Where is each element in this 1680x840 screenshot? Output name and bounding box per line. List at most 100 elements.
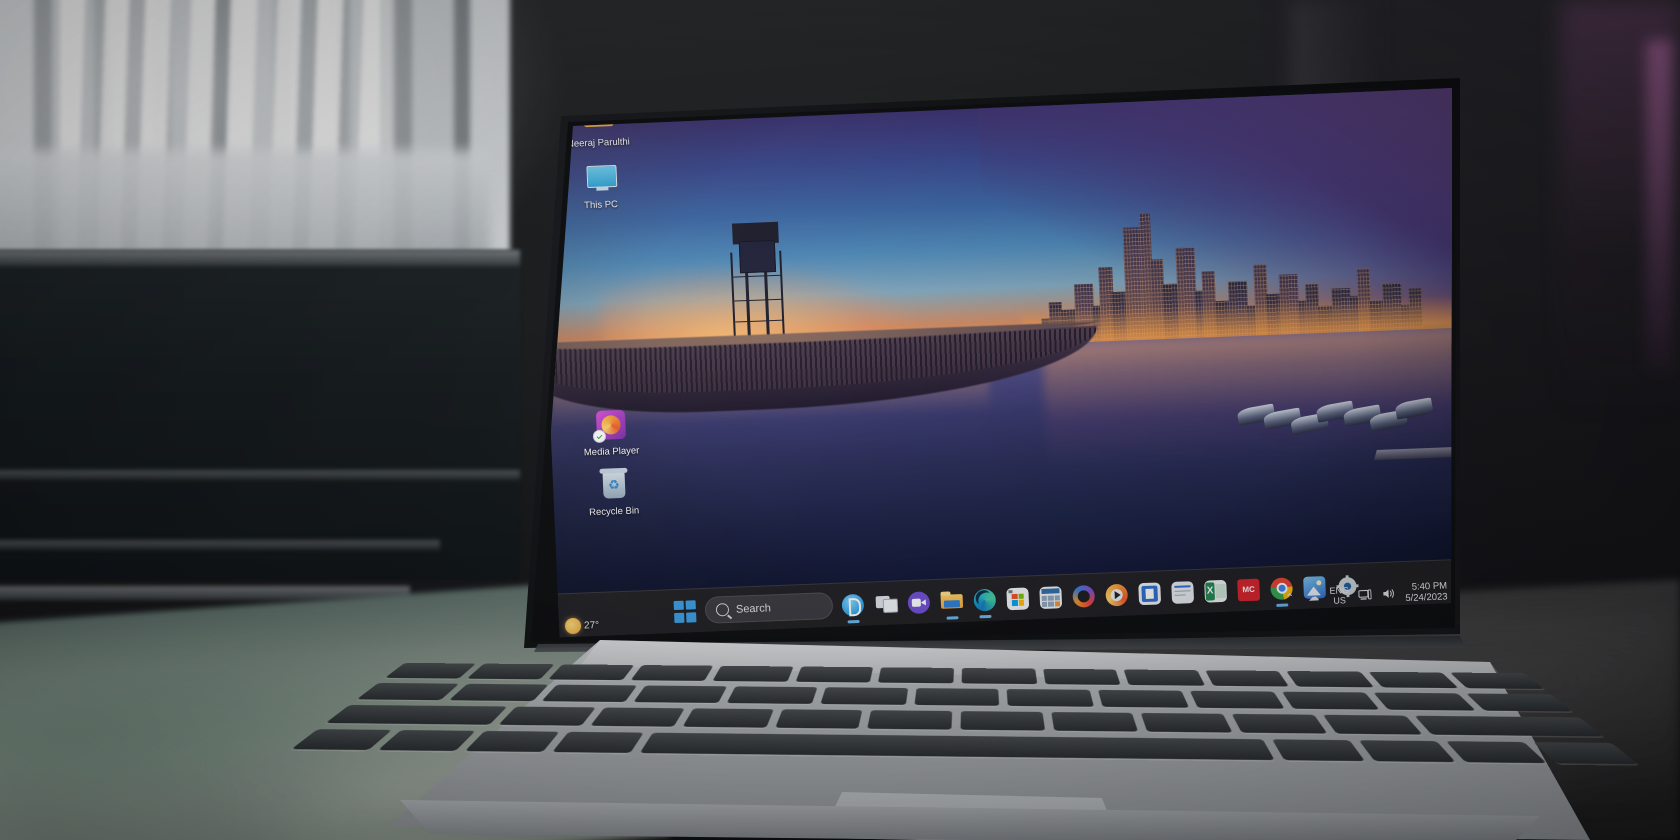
shortcut-check-icon xyxy=(592,429,607,444)
keyboard-key[interactable] xyxy=(820,687,908,705)
keyboard-key[interactable] xyxy=(448,683,549,702)
keyboard-key[interactable] xyxy=(325,704,508,725)
keyboard-key[interactable] xyxy=(1141,712,1233,733)
weather-widget[interactable]: 27° xyxy=(564,617,600,635)
microsoft-store-icon xyxy=(1006,586,1030,610)
snipping-tool-icon xyxy=(1138,581,1162,605)
keyboard-key[interactable] xyxy=(552,731,644,753)
keyboard-key[interactable] xyxy=(630,665,714,681)
taskbar-app-mcafee-icon[interactable]: MC xyxy=(1235,576,1262,603)
keyboard-key[interactable] xyxy=(1123,669,1205,686)
keyboard-key[interactable] xyxy=(498,706,596,726)
language-line2: US xyxy=(1333,595,1347,606)
keyboard-key[interactable] xyxy=(1231,713,1328,734)
keyboard-key[interactable] xyxy=(1272,739,1365,762)
keyboard-key[interactable] xyxy=(1006,689,1095,707)
keyboard-key[interactable] xyxy=(1414,715,1604,737)
keyboard-key[interactable] xyxy=(867,710,953,730)
keyboard-key[interactable] xyxy=(1189,690,1285,709)
keyboard-key[interactable] xyxy=(795,666,874,683)
keyboard-key[interactable] xyxy=(914,688,1000,706)
windows-desktop[interactable]: Neeraj Parulthi This PC Media Player ♻ R… xyxy=(536,88,1452,638)
keyboard-key[interactable] xyxy=(960,711,1045,731)
language-indicator[interactable]: ENG US xyxy=(1329,585,1349,606)
language-line1: ENG xyxy=(1329,585,1350,596)
keyboard[interactable] xyxy=(291,662,1639,765)
excel-icon: X xyxy=(1204,579,1228,603)
panel-rail-middle xyxy=(0,540,440,550)
keyboard-key[interactable] xyxy=(541,684,638,703)
media-player-icon xyxy=(590,408,632,446)
copilot-icon xyxy=(841,593,865,617)
keyboard-key[interactable] xyxy=(590,707,685,727)
taskbar-app-calculator-icon[interactable] xyxy=(1037,584,1064,611)
keyboard-key[interactable] xyxy=(878,667,955,684)
keyboard-key[interactable] xyxy=(774,709,863,729)
recycle-bin-icon xyxy=(592,467,634,505)
this-pc-icon xyxy=(579,160,621,198)
sun-icon xyxy=(564,617,582,635)
keyboard-key[interactable] xyxy=(682,708,774,728)
keyboard-key[interactable] xyxy=(1368,671,1459,689)
desktop-icon-label: Neeraj Parulthi xyxy=(566,136,631,150)
file-explorer-icon xyxy=(940,589,964,612)
taskbar-app-excel-icon[interactable]: X xyxy=(1202,577,1229,604)
taskbar-app-edge-icon[interactable] xyxy=(971,586,998,613)
panel-rail-upper xyxy=(0,470,520,480)
taskbar-app-copilot-icon[interactable] xyxy=(839,591,866,618)
desktop-icon-media-player[interactable]: Media Player xyxy=(564,407,658,460)
dark-panel xyxy=(0,250,520,580)
desktop-icon-label: This PC xyxy=(583,198,619,211)
keyboard-key[interactable] xyxy=(466,663,555,680)
keyboard-key[interactable] xyxy=(1050,712,1139,732)
taskbar-app-microsoft-365-icon[interactable] xyxy=(1070,582,1097,609)
network-icon[interactable] xyxy=(1357,586,1374,603)
zoom-camera-icon xyxy=(907,590,931,614)
wallpaper-vignette xyxy=(536,88,1452,638)
microsoft-365-icon xyxy=(1072,584,1096,608)
taskbar-app-microsoft-store-icon[interactable] xyxy=(1004,585,1031,612)
calculator-icon xyxy=(1039,585,1063,609)
media-player-icon xyxy=(1105,583,1129,606)
keyboard-key[interactable] xyxy=(1281,691,1380,710)
task-view-icon xyxy=(874,592,899,615)
keyboard-key[interactable] xyxy=(1286,671,1374,688)
taskbar-app-snipping-tool-icon[interactable] xyxy=(1136,580,1163,607)
taskbar-app-notepad-icon[interactable] xyxy=(1169,579,1196,606)
keyboard-key[interactable] xyxy=(1358,740,1456,763)
speaker-icon[interactable] xyxy=(1381,585,1398,602)
keyboard-key[interactable] xyxy=(633,685,728,703)
weather-temperature: 27° xyxy=(583,619,600,632)
taskbar-app-media-player-icon[interactable] xyxy=(1103,581,1130,608)
taskbar-app-zoom-camera-icon[interactable] xyxy=(905,589,932,616)
keyboard-key[interactable] xyxy=(1322,714,1423,735)
mcafee-icon: MC xyxy=(1237,578,1261,601)
taskbar-app-file-explorer-icon[interactable] xyxy=(938,587,965,614)
keyboard-key[interactable] xyxy=(464,730,560,752)
start-button[interactable] xyxy=(671,598,698,625)
photo-scene: Neeraj Parulthi This PC Media Player ♻ R… xyxy=(0,0,1680,840)
cloud-icon[interactable]: ☁ xyxy=(1305,588,1322,605)
search-input[interactable]: Search xyxy=(704,591,834,624)
keyboard-key[interactable] xyxy=(1042,668,1121,685)
keyboard-key[interactable] xyxy=(548,664,634,681)
desktop-icon-label: Recycle Bin xyxy=(588,504,640,518)
keyboard-key[interactable] xyxy=(1445,741,1547,764)
desktop-icon-label: Media Player xyxy=(583,445,640,459)
desktop-icon-recycle-bin[interactable]: Recycle Bin xyxy=(566,466,660,519)
keyboard-key[interactable] xyxy=(1204,670,1290,687)
chevron-up-icon[interactable]: ⌃ xyxy=(1281,589,1298,606)
search-placeholder: Search xyxy=(735,601,772,616)
keyboard-key[interactable] xyxy=(1373,692,1476,711)
taskbar-app-task-view-icon[interactable] xyxy=(872,590,899,617)
search-icon xyxy=(715,602,730,617)
notepad-icon xyxy=(1171,580,1195,604)
desktop-wallpaper xyxy=(536,88,1452,638)
keyboard-key[interactable] xyxy=(1098,689,1189,708)
screen-area: Neeraj Parulthi This PC Media Player ♻ R… xyxy=(536,88,1452,638)
keyboard-key[interactable] xyxy=(961,668,1037,685)
keyboard-key[interactable] xyxy=(726,686,818,704)
keyboard-key[interactable] xyxy=(377,730,476,752)
taskbar-clock[interactable]: 5:40 PM 5/24/2023 xyxy=(1405,580,1448,604)
keyboard-key[interactable] xyxy=(712,665,794,682)
